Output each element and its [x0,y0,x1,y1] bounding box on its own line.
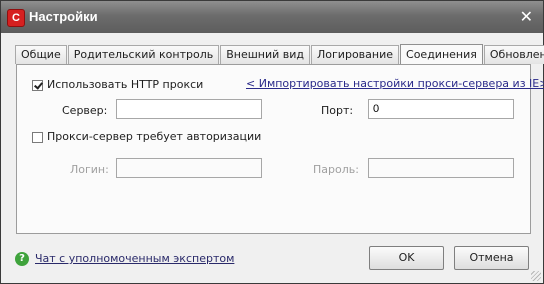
tab-general[interactable]: Общие [15,45,67,64]
password-input[interactable] [368,158,514,178]
resize-grip[interactable] [531,271,541,281]
port-input[interactable] [368,99,514,119]
connections-panel: Использовать HTTP прокси < Импортировать… [16,64,544,234]
proxy-auth-label[interactable]: Прокси-сервер требует авторизации [47,130,261,143]
use-http-proxy-checkbox[interactable] [32,80,43,91]
tab-appearance[interactable]: Внешний вид [220,45,311,64]
window-title: Настройки [29,9,98,24]
login-input[interactable] [116,158,262,178]
server-label: Сервер: [62,104,108,117]
tab-connections[interactable]: Соединения [400,44,483,65]
proxy-auth-checkbox[interactable] [32,132,43,143]
tab-updates[interactable]: Обновление [483,45,544,64]
settings-window: C Настройки ✕ Общие Родительский контрол… [0,0,544,284]
ok-button[interactable]: OK [369,246,444,270]
close-icon[interactable]: ✕ [520,7,533,26]
tab-logging[interactable]: Логирование [311,45,400,64]
tab-parental-control[interactable]: Родительский контроль [67,45,220,64]
help-icon[interactable]: ? [15,252,29,266]
comodo-icon: C [7,9,25,27]
tab-bar: Общие Родительский контроль Внешний вид … [15,44,544,65]
import-ie-proxy-link[interactable]: < Импортировать настройки прокси-сервера… [246,77,544,90]
port-label: Порт: [321,104,354,117]
server-input[interactable] [116,99,262,119]
title-bar[interactable]: C Настройки ✕ [1,1,543,33]
expert-chat-link[interactable]: Чат с уполномоченным экспертом [35,252,234,265]
use-http-proxy-label[interactable]: Использовать HTTP прокси [47,78,203,91]
login-label: Логин: [70,163,109,176]
cancel-button[interactable]: Отмена [454,246,529,270]
password-label: Пароль: [313,163,359,176]
